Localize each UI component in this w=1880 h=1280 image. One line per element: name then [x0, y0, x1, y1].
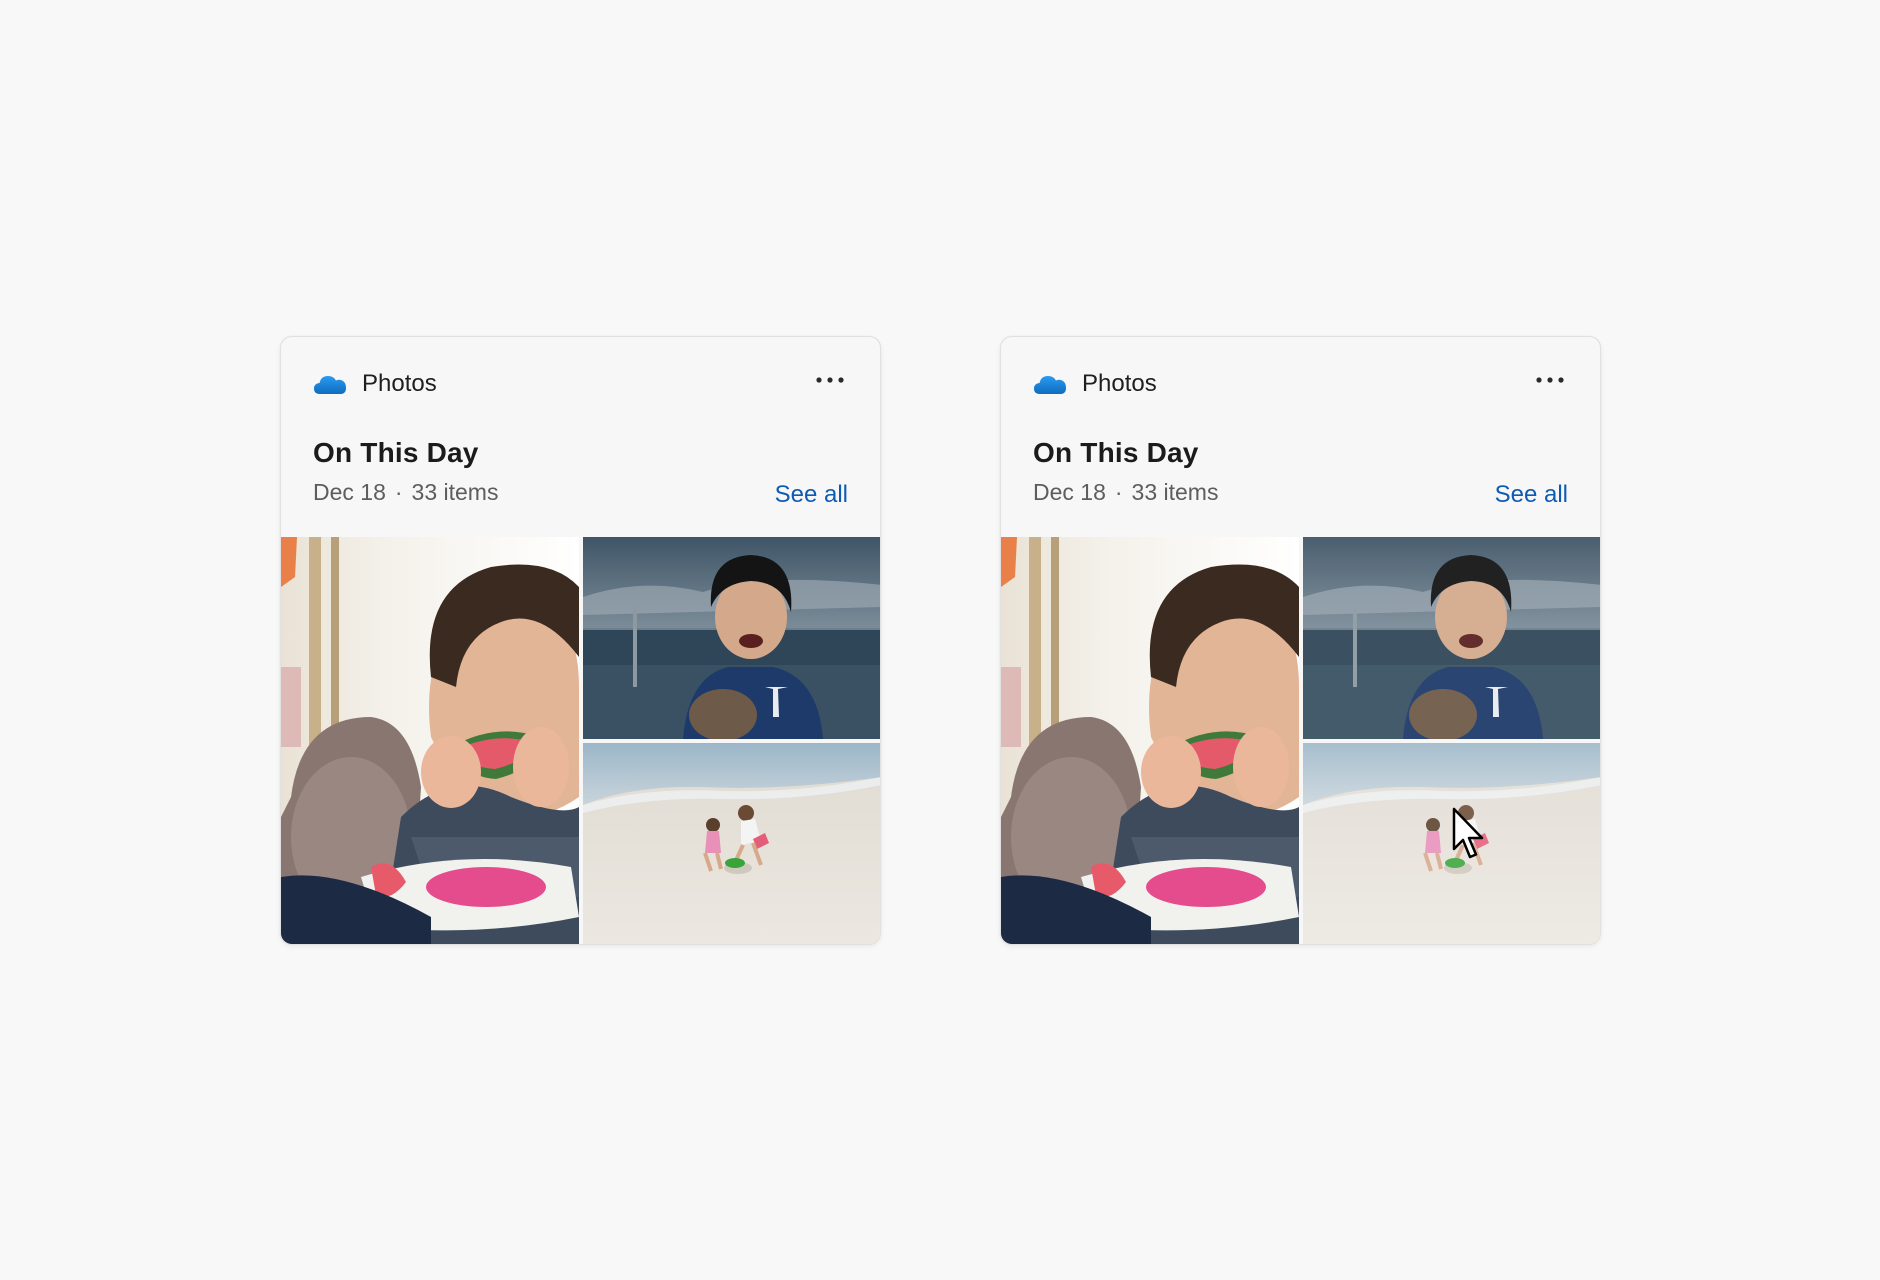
photo-grid: [281, 537, 880, 944]
widget-subtitle: Dec 18 · 33 items: [1033, 479, 1218, 506]
see-all-link[interactable]: See all: [1495, 481, 1568, 509]
photo-boy-laughing-balcony[interactable]: [583, 537, 880, 739]
widget-title: On This Day: [1033, 437, 1199, 468]
photo-boy-eating-watermelon[interactable]: [281, 537, 579, 944]
more-options-icon: [1536, 377, 1564, 383]
see-all-link[interactable]: See all: [775, 481, 848, 509]
more-options-icon: [816, 377, 844, 383]
item-count: 33 items: [411, 479, 499, 505]
more-options-button[interactable]: [1530, 363, 1570, 397]
app-row: Photos: [1033, 367, 1157, 401]
stage: Photos On This Day Dec 18 · 33 items See…: [0, 0, 1880, 1280]
widget-title: On This Day: [313, 437, 479, 468]
photo-children-on-beach[interactable]: [1303, 743, 1600, 944]
photo-grid: [1001, 537, 1600, 944]
photo-children-on-beach[interactable]: [583, 743, 880, 944]
onedrive-cloud-icon: [314, 376, 347, 394]
widget-header: Photos On This Day Dec 18 · 33 items See…: [1001, 337, 1600, 537]
photo-boy-laughing-balcony[interactable]: [1303, 537, 1600, 739]
item-count: 33 items: [1131, 479, 1219, 505]
widget-subtitle: Dec 18 · 33 items: [313, 479, 498, 506]
app-name: Photos: [1082, 370, 1157, 397]
more-options-button[interactable]: [810, 363, 850, 397]
date-label: Dec 18: [313, 479, 386, 505]
date-label: Dec 18: [1033, 479, 1106, 505]
separator: ·: [394, 479, 403, 505]
onedrive-cloud-icon: [1034, 376, 1067, 394]
app-row: Photos: [313, 367, 437, 401]
widget-header: Photos On This Day Dec 18 · 33 items See…: [281, 337, 880, 537]
app-name: Photos: [362, 370, 437, 397]
separator: ·: [1114, 479, 1123, 505]
photo-boy-eating-watermelon[interactable]: [1001, 537, 1299, 944]
photos-widget-card[interactable]: Photos On This Day Dec 18 · 33 items See…: [280, 336, 881, 945]
photos-widget-card-hover[interactable]: Photos On This Day Dec 18 · 33 items See…: [1000, 336, 1601, 945]
